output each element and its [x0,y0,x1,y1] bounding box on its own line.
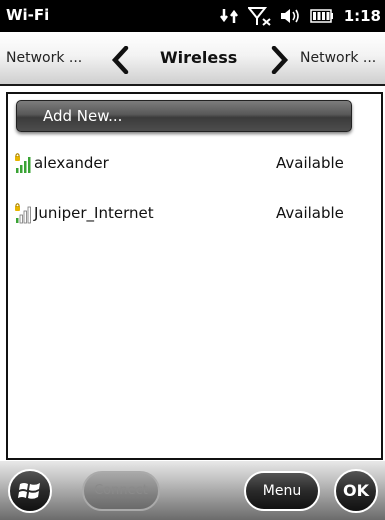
network-list-panel: Add New... alexander Available Juniper_I… [6,92,383,460]
add-new-button[interactable]: Add New... [16,100,352,132]
start-button[interactable] [8,469,52,513]
no-signal-icon [247,7,271,26]
battery-icon [309,9,333,23]
network-row[interactable]: Juniper_Internet Available [12,200,372,226]
chevron-left-icon[interactable] [110,46,130,74]
network-row[interactable]: alexander Available [12,150,372,176]
chevron-right-icon[interactable] [270,46,290,74]
tab-network-next[interactable]: Network ... [300,50,376,66]
secured-signal-weak-icon [15,203,31,224]
network-name: Juniper_Internet [34,204,154,222]
network-status: Available [276,204,344,222]
connect-button[interactable]: Connect [82,471,160,511]
ok-button[interactable]: OK [334,469,378,513]
clock: 1:18 [343,7,381,25]
speaker-icon [280,9,299,23]
network-name: alexander [34,154,109,172]
tab-header: Network ... Wireless Network ... [0,32,385,86]
menu-button[interactable]: Menu [244,471,320,511]
status-bar: Wi-Fi 1:18 [0,0,385,32]
sync-arrows-icon [219,9,238,23]
app-title: Wi-Fi [6,6,50,24]
windows-logo-icon [18,483,40,499]
tab-network-prev[interactable]: Network ... [6,50,82,66]
secured-signal-strong-icon [15,153,31,173]
status-icons: 1:18 [219,4,381,28]
network-status: Available [276,154,344,172]
tab-wireless[interactable]: Wireless [160,48,237,67]
bottom-bar: Connect Menu OK [0,460,385,520]
